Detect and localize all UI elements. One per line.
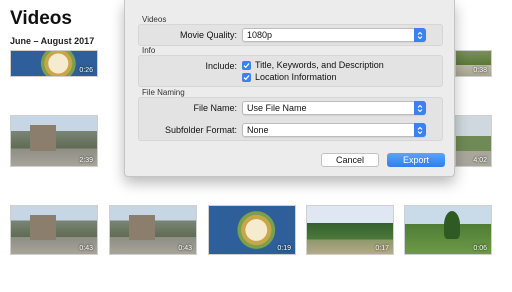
video-duration: 0:19 [277, 245, 291, 252]
movie-quality-popup[interactable]: 1080p [242, 28, 426, 42]
info-section: Include: Title, Keywords, and Descriptio… [138, 55, 443, 87]
video-duration: 0:38 [473, 67, 487, 74]
movie-quality-label: Movie Quality: [179, 30, 237, 40]
video-duration: 0:06 [473, 245, 487, 252]
movie-quality-value: 1080p [247, 30, 273, 40]
checkmark-icon [243, 62, 250, 68]
video-thumbnail[interactable]: 0:19 [208, 205, 296, 255]
page-title: Videos [10, 8, 72, 29]
video-duration: 4:02 [473, 157, 487, 164]
video-duration: 0:43 [178, 245, 192, 252]
videos-section-header: Videos [142, 15, 167, 24]
file-naming-section: File Name: Use File Name Subfolder Forma… [138, 97, 443, 141]
video-thumbnail[interactable]: 4:02 [455, 115, 492, 167]
title-keywords-checkbox[interactable] [242, 60, 251, 70]
video-duration: 0:26 [79, 67, 93, 74]
cancel-button[interactable]: Cancel [321, 153, 379, 167]
info-section-header: Info [142, 46, 156, 55]
location-info-checkbox[interactable] [242, 72, 251, 82]
video-thumbnail[interactable]: 0:26 [10, 50, 98, 77]
subfolder-format-popup[interactable]: None [242, 123, 426, 137]
video-thumbnail[interactable]: 2:39 [10, 115, 98, 167]
video-duration: 0:17 [375, 245, 389, 252]
file-name-label: File Name: [193, 103, 237, 113]
popup-arrows-icon [414, 123, 426, 137]
checkmark-icon [243, 74, 250, 80]
video-thumbnail[interactable]: 0:17 [306, 205, 394, 255]
video-thumbnail[interactable]: 0:43 [10, 205, 98, 255]
subfolder-format-label: Subfolder Format: [164, 125, 237, 135]
export-dialog: Videos Movie Quality: 1080p Info Include… [124, 0, 455, 177]
subfolder-format-value: None [247, 125, 269, 135]
location-checkbox-row[interactable]: Location Information [242, 72, 337, 82]
title-keywords-label: Title, Keywords, and Description [255, 60, 384, 70]
popup-arrows-icon [414, 101, 426, 115]
date-range-heading: June – August 2017 [10, 36, 95, 46]
video-thumbnail[interactable]: 0:06 [404, 205, 492, 255]
export-button[interactable]: Export [387, 153, 445, 167]
videos-section: Movie Quality: 1080p [138, 24, 443, 46]
file-name-popup[interactable]: Use File Name [242, 101, 426, 115]
video-duration: 2:39 [79, 157, 93, 164]
location-info-label: Location Information [255, 72, 337, 82]
file-naming-section-header: File Naming [142, 88, 185, 97]
file-name-value: Use File Name [247, 103, 307, 113]
video-duration: 0:43 [79, 245, 93, 252]
video-thumbnail[interactable]: 0:43 [109, 205, 197, 255]
title-keywords-checkbox-row[interactable]: Title, Keywords, and Description [242, 60, 384, 70]
video-thumbnail[interactable]: 0:38 [455, 50, 492, 77]
popup-arrows-icon [414, 28, 426, 42]
include-label: Include: [205, 61, 237, 71]
